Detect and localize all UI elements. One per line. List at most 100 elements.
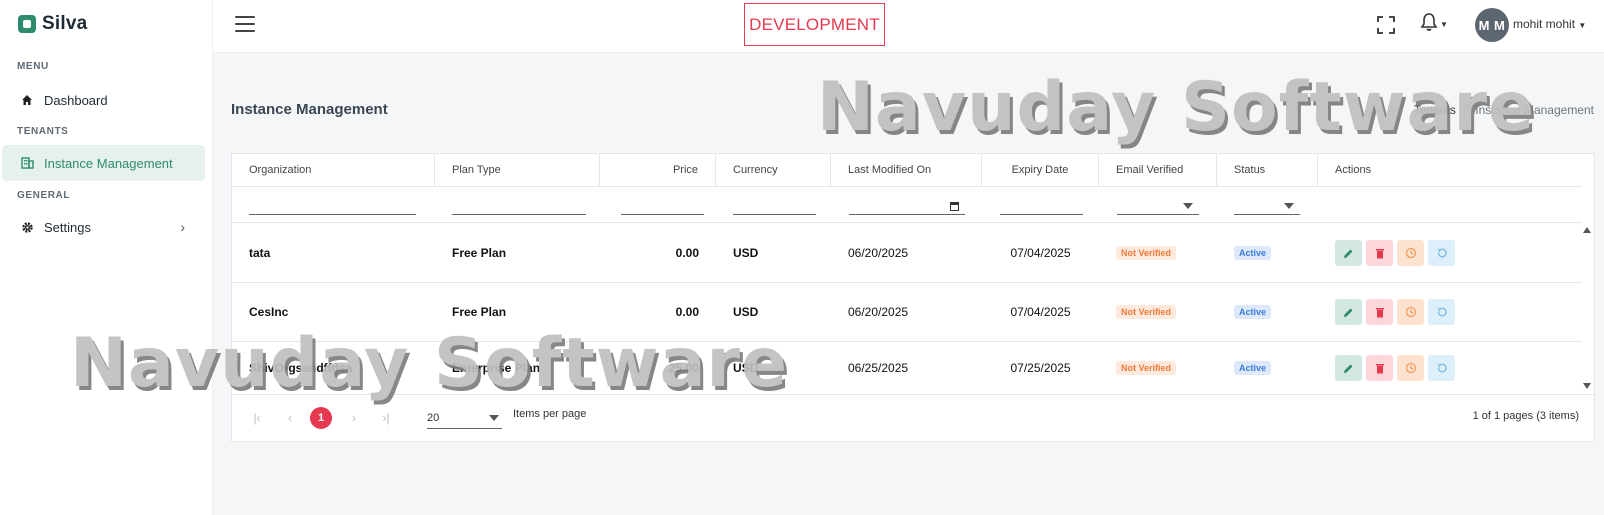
plan-type-filter-input[interactable] bbox=[452, 203, 586, 215]
trash-icon bbox=[1375, 363, 1384, 373]
breadcrumb-tenants[interactable]: Tenants bbox=[1414, 103, 1456, 117]
price-cell: 0.00 bbox=[675, 305, 699, 319]
expiry-date-cell: 07/04/2025 bbox=[1010, 246, 1071, 260]
plan-type-cell: Enterprise Plan bbox=[452, 361, 541, 375]
email-verified-cell: Not Verified bbox=[1099, 224, 1193, 282]
user-menu[interactable]: mohit mohit ▼ bbox=[1513, 17, 1586, 31]
status-badge: Not Verified bbox=[1116, 246, 1177, 260]
sidebar-item-dashboard[interactable]: Dashboard bbox=[2, 82, 205, 118]
price-filter-input[interactable] bbox=[621, 203, 704, 215]
sidebar-item-label: Dashboard bbox=[44, 92, 108, 108]
chevron-down-icon: ▼ bbox=[1440, 19, 1448, 29]
logo-icon bbox=[18, 15, 36, 33]
pencil-icon bbox=[1344, 364, 1353, 373]
status-badge: Active bbox=[1234, 246, 1272, 260]
status-cell: Active bbox=[1217, 224, 1288, 282]
col-header-status[interactable]: Status bbox=[1217, 154, 1318, 187]
first-page-icon[interactable]: |‹ bbox=[246, 407, 268, 429]
col-header-expiry-date[interactable]: Expiry Date bbox=[982, 154, 1099, 187]
menu-toggle-icon[interactable] bbox=[235, 16, 255, 32]
menu-heading: MENU bbox=[17, 61, 49, 72]
page-size-select[interactable]: 20 bbox=[427, 407, 502, 429]
price-cell: 25.00 bbox=[668, 361, 699, 375]
user-name: mohit mohit bbox=[1513, 17, 1576, 31]
history-button[interactable] bbox=[1397, 355, 1424, 381]
notifications-button[interactable]: ▼ bbox=[1420, 12, 1450, 35]
app-logo[interactable]: Silva bbox=[18, 13, 87, 35]
chevron-down-icon bbox=[1284, 203, 1294, 209]
col-header-plan-type[interactable]: Plan Type bbox=[435, 154, 600, 187]
status-badge: Not Verified bbox=[1116, 305, 1177, 319]
col-header-actions: Actions bbox=[1318, 154, 1582, 187]
email-verified-filter-select[interactable] bbox=[1117, 203, 1199, 215]
last-modified-cell: 06/20/2025 bbox=[848, 246, 909, 260]
delete-button[interactable] bbox=[1366, 355, 1393, 381]
top-bar: DEVELOPMENT ▼ M M mohit mohit ▼ bbox=[213, 0, 1604, 53]
prev-page-icon[interactable]: ‹ bbox=[279, 407, 301, 429]
chevron-right-icon: › bbox=[180, 219, 185, 235]
table-row[interactable]: CesInc Free Plan 0.00 USD 06/20/2025 07/… bbox=[232, 283, 1582, 342]
currency-filter-input[interactable] bbox=[733, 203, 816, 215]
pencil-icon bbox=[1344, 249, 1353, 258]
table-row[interactable]: ShivOrgsandffdsa Enterprise Plan 25.00 U… bbox=[232, 342, 1582, 394]
restore-icon bbox=[1436, 363, 1447, 373]
restore-button[interactable] bbox=[1428, 355, 1455, 381]
instance-grid: Organization Plan Type Price Currency La… bbox=[231, 153, 1595, 442]
trash-icon bbox=[1375, 248, 1384, 258]
clock-icon bbox=[1405, 306, 1416, 318]
app-name: Silva bbox=[42, 13, 88, 34]
tenants-heading: TENANTS bbox=[17, 126, 69, 137]
general-heading: GENERAL bbox=[17, 190, 71, 201]
scroll-down-icon[interactable] bbox=[1583, 383, 1591, 389]
delete-button[interactable] bbox=[1366, 240, 1393, 266]
page-number-button[interactable]: 1 bbox=[310, 407, 332, 429]
plan-type-cell: Free Plan bbox=[452, 305, 507, 319]
home-icon bbox=[20, 93, 34, 107]
scroll-up-icon[interactable] bbox=[1583, 227, 1591, 233]
col-header-organization[interactable]: Organization bbox=[232, 154, 435, 187]
sidebar-item-settings[interactable]: Settings › bbox=[2, 209, 205, 245]
table-row[interactable]: tata Free Plan 0.00 USD 06/20/2025 07/04… bbox=[232, 224, 1582, 283]
last-modified-date-filter[interactable] bbox=[849, 202, 965, 215]
history-button[interactable] bbox=[1397, 240, 1424, 266]
last-page-icon[interactable]: ›| bbox=[375, 407, 397, 429]
fullscreen-icon[interactable] bbox=[1376, 15, 1396, 35]
edit-button[interactable] bbox=[1335, 240, 1362, 266]
status-cell: Active bbox=[1217, 342, 1288, 394]
filter-row bbox=[232, 187, 1582, 223]
col-header-currency[interactable]: Currency bbox=[716, 154, 831, 187]
restore-button[interactable] bbox=[1428, 299, 1455, 325]
status-badge: Active bbox=[1234, 361, 1272, 375]
clock-icon bbox=[1405, 247, 1416, 259]
col-header-price[interactable]: Price bbox=[600, 154, 716, 187]
calendar-icon[interactable] bbox=[950, 202, 959, 211]
vertical-scrollbar[interactable] bbox=[1580, 223, 1594, 393]
status-filter-select[interactable] bbox=[1234, 203, 1300, 215]
restore-button[interactable] bbox=[1428, 240, 1455, 266]
history-button[interactable] bbox=[1397, 299, 1424, 325]
pager: |‹ ‹ 1 › ›| 20 Items per page 1 of 1 pag… bbox=[232, 394, 1594, 442]
col-header-last-modified[interactable]: Last Modified On bbox=[831, 154, 982, 187]
delete-button[interactable] bbox=[1366, 299, 1393, 325]
next-page-icon[interactable]: › bbox=[343, 407, 365, 429]
page-title: Instance Management bbox=[231, 101, 388, 118]
avatar[interactable]: M M bbox=[1475, 8, 1509, 42]
sidebar: Silva MENU Dashboard TENANTS Instance Ma… bbox=[0, 0, 213, 515]
currency-cell: USD bbox=[733, 246, 759, 260]
expiry-date-cell: 07/25/2025 bbox=[1010, 361, 1071, 375]
sidebar-item-instance-management[interactable]: Instance Management bbox=[2, 145, 205, 181]
status-badge: Active bbox=[1234, 305, 1272, 319]
email-verified-cell: Not Verified bbox=[1099, 342, 1193, 394]
actions-cell bbox=[1318, 224, 1472, 282]
organization-cell: CesInc bbox=[249, 305, 289, 319]
pencil-icon bbox=[1344, 308, 1353, 317]
col-header-email-verified[interactable]: Email Verified bbox=[1099, 154, 1217, 187]
email-verified-cell: Not Verified bbox=[1099, 283, 1193, 341]
breadcrumb-separator: / bbox=[1463, 103, 1468, 117]
organization-filter-input[interactable] bbox=[249, 203, 416, 215]
edit-button[interactable] bbox=[1335, 355, 1362, 381]
edit-button[interactable] bbox=[1335, 299, 1362, 325]
clock-icon bbox=[1405, 362, 1416, 374]
actions-cell bbox=[1318, 342, 1472, 394]
expiry-date-filter-input[interactable] bbox=[1000, 203, 1083, 215]
